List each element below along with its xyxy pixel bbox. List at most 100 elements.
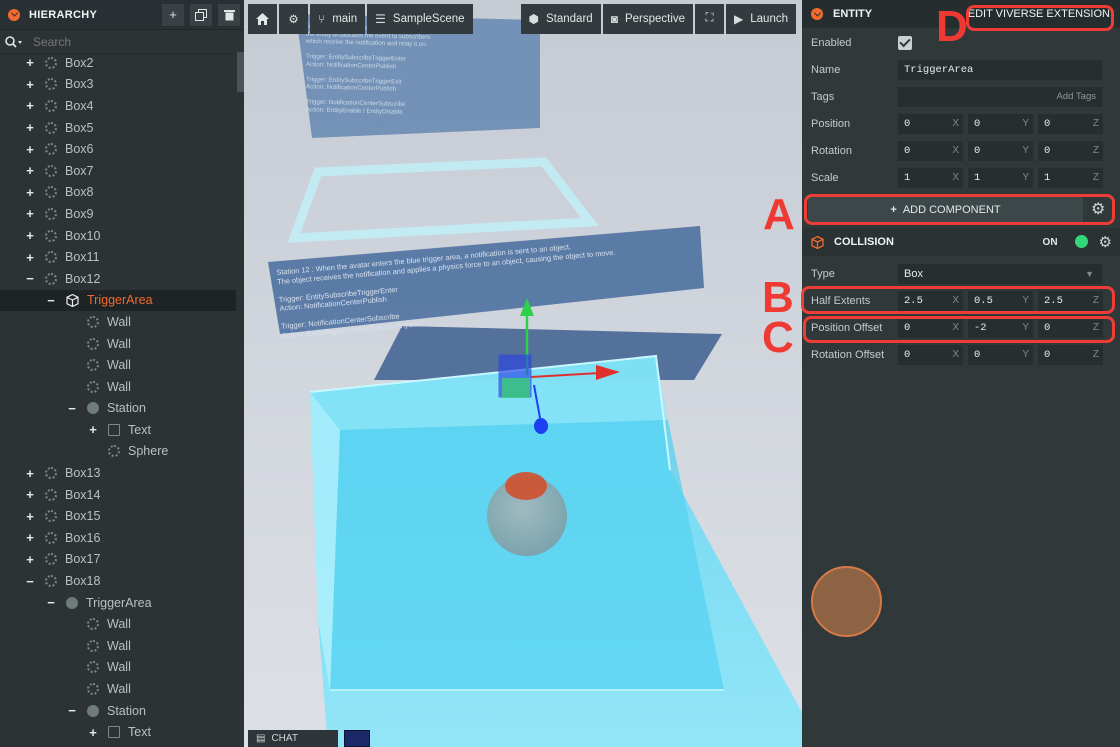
expand-icon[interactable]: + <box>25 77 35 92</box>
hierarchy-item[interactable]: + Box8 <box>0 182 236 204</box>
launch-button[interactable]: ▶ Launch <box>726 3 796 34</box>
hierarchy-item[interactable]: + Box7 <box>0 160 236 182</box>
field-value: 0 <box>904 348 911 361</box>
hierarchy-item[interactable]: + Box17 <box>0 549 236 571</box>
avatar[interactable] <box>344 730 370 747</box>
hierarchy-item[interactable]: Wall <box>0 678 236 700</box>
expand-icon[interactable]: + <box>25 55 35 70</box>
rotation-offset-x-field[interactable]: 0X <box>898 344 963 365</box>
hierarchy-item[interactable]: + Box10 <box>0 225 236 247</box>
hierarchy-item[interactable]: − TriggerArea <box>0 289 236 312</box>
chat-button[interactable]: ▤ CHAT <box>248 730 338 747</box>
tags-field[interactable]: Add Tags <box>898 86 1102 107</box>
expand-icon[interactable]: + <box>25 466 35 481</box>
hierarchy-item[interactable]: Wall <box>0 657 236 679</box>
scale-vector: 1X1Y1Z <box>898 167 1108 188</box>
hierarchy-item[interactable]: + Text <box>0 721 236 743</box>
expand-icon[interactable]: + <box>25 552 35 567</box>
hierarchy-item[interactable]: Wall <box>0 376 236 398</box>
rotation-z-field[interactable]: 0Z <box>1038 140 1103 161</box>
hierarchy-item[interactable]: − Station <box>0 700 236 722</box>
camera-button[interactable]: ◙ Perspective <box>602 3 694 34</box>
hierarchy-item[interactable]: + Box4 <box>0 95 236 117</box>
hierarchy-scrollbar[interactable] <box>237 52 244 92</box>
hierarchy-item[interactable]: Wall <box>0 354 236 376</box>
hierarchy-item[interactable]: Wall <box>0 333 236 355</box>
expand-icon[interactable]: + <box>25 250 35 265</box>
expand-icon[interactable]: + <box>88 725 98 740</box>
hierarchy-item[interactable]: + Box5 <box>0 117 236 139</box>
collision-toggle[interactable] <box>1065 235 1088 248</box>
scene-viewport[interactable]: Station 11: When the avatar enters the t… <box>244 0 802 747</box>
delete-entity-button[interactable] <box>218 3 240 26</box>
hierarchy-item[interactable]: + Box15 <box>0 505 236 527</box>
hierarchy-item[interactable]: + Box2 <box>0 52 236 74</box>
scene-button[interactable]: ☰ SampleScene <box>367 3 473 34</box>
name-label: Name <box>811 63 841 76</box>
rotation-offset-y-field[interactable]: 0Y <box>968 344 1033 365</box>
expand-icon[interactable]: + <box>25 120 35 135</box>
position-y-field[interactable]: 0Y <box>968 113 1033 134</box>
expand-icon[interactable]: + <box>25 530 35 545</box>
hierarchy-item[interactable]: Sphere <box>0 441 236 463</box>
fullscreen-button[interactable]: ⛶ <box>695 3 725 34</box>
search-input[interactable] <box>33 34 213 49</box>
hierarchy-item[interactable]: + Box14 <box>0 484 236 506</box>
hierarchy-item[interactable]: + Box11 <box>0 246 236 268</box>
expand-icon[interactable]: + <box>25 509 35 524</box>
settings-button[interactable]: ⚙ <box>279 3 308 34</box>
duplicate-entity-button[interactable] <box>190 3 212 26</box>
scale-x-field[interactable]: 1X <box>898 167 963 188</box>
expand-icon[interactable]: + <box>25 185 35 200</box>
expand-icon[interactable]: + <box>25 206 35 221</box>
expand-icon[interactable]: + <box>25 98 35 113</box>
collapse-icon[interactable]: − <box>67 703 77 718</box>
hierarchy-item[interactable]: − Station <box>0 398 236 420</box>
hierarchy-item-label: Box5 <box>65 120 94 135</box>
hierarchy-item[interactable]: + Box13 <box>0 462 236 484</box>
add-entity-button[interactable]: + <box>162 3 184 26</box>
hierarchy-item[interactable]: + Box6 <box>0 138 236 160</box>
type-select[interactable]: Box ▼ <box>898 263 1102 284</box>
render-mode-button[interactable]: ⬢ Standard <box>520 3 601 34</box>
hierarchy-item[interactable]: − Box18 <box>0 570 236 592</box>
collision-settings-gear-icon[interactable]: ⚙ <box>1099 233 1112 251</box>
expand-icon[interactable]: + <box>88 422 98 437</box>
hierarchy-item[interactable]: Wall <box>0 613 236 635</box>
annotation-box-a <box>804 194 1115 225</box>
expand-icon[interactable]: + <box>25 228 35 243</box>
hierarchy-item[interactable]: Wall <box>0 311 236 333</box>
expand-icon[interactable]: + <box>25 142 35 157</box>
collapse-icon[interactable]: − <box>67 401 77 416</box>
hierarchy-item[interactable]: + Text <box>0 419 236 441</box>
hierarchy-item[interactable]: + Box16 <box>0 527 236 549</box>
scale-row: Scale 1X1Y1Z <box>802 164 1120 191</box>
scale-y-field[interactable]: 1Y <box>968 167 1033 188</box>
hierarchy-item[interactable]: + Box9 <box>0 203 236 225</box>
rotation-offset-z-field[interactable]: 0Z <box>1038 344 1103 365</box>
branch-button[interactable]: ⑂ main <box>310 3 366 34</box>
name-field[interactable]: TriggerArea <box>898 59 1102 80</box>
entity-icon <box>45 553 57 566</box>
collapse-icon[interactable]: − <box>46 595 56 610</box>
collapse-icon[interactable]: − <box>25 574 35 589</box>
entity-icon <box>87 683 99 696</box>
hierarchy-item[interactable]: + Box3 <box>0 74 236 96</box>
position-z-field[interactable]: 0Z <box>1038 113 1103 134</box>
hierarchy-item[interactable]: − Box12 <box>0 268 236 290</box>
collapse-icon[interactable]: − <box>46 293 56 308</box>
search-icon[interactable] <box>5 35 23 48</box>
rotation-y-field[interactable]: 0Y <box>968 140 1033 161</box>
expand-icon[interactable]: + <box>25 487 35 502</box>
collapse-entity-icon[interactable] <box>811 8 823 20</box>
hierarchy-item[interactable]: Wall <box>0 635 236 657</box>
home-button[interactable] <box>248 3 277 34</box>
expand-icon[interactable]: + <box>25 163 35 178</box>
enabled-checkbox[interactable] <box>898 35 912 50</box>
hierarchy-item[interactable]: − TriggerArea <box>0 592 236 614</box>
rotation-x-field[interactable]: 0X <box>898 140 963 161</box>
scale-z-field[interactable]: 1Z <box>1038 167 1103 188</box>
position-x-field[interactable]: 0X <box>898 113 963 134</box>
collapse-icon[interactable]: − <box>25 271 35 286</box>
collapse-panel-icon[interactable] <box>8 8 20 21</box>
